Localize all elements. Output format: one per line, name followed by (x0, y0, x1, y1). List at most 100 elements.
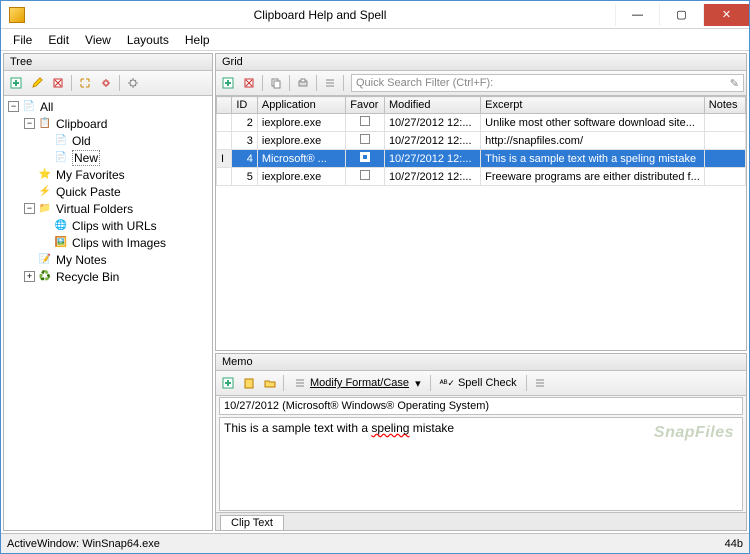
statusbar: ActiveWindow: WinSnap64.exe 44b (1, 533, 749, 553)
col-modified[interactable]: Modified (384, 97, 480, 114)
favor-checkbox[interactable] (360, 152, 370, 162)
misspelled-word: speling (371, 421, 409, 435)
tree-panel: Tree −📄All −📋Clipboard 📄Old 📄New ⭐My Fav… (3, 53, 213, 531)
watermark: SnapFiles (654, 424, 734, 442)
menu-file[interactable]: File (5, 31, 40, 49)
tree-body[interactable]: −📄All −📋Clipboard 📄Old 📄New ⭐My Favorite… (4, 96, 212, 530)
tree-delete-button[interactable] (48, 73, 68, 93)
note-icon: 📝 (37, 253, 53, 267)
tree-node-old[interactable]: 📄Old (6, 132, 210, 149)
tree-node-favorites[interactable]: ⭐My Favorites (6, 166, 210, 183)
memo-folder-button[interactable] (260, 373, 280, 393)
folder-icon (263, 376, 277, 390)
clipboard-icon (242, 376, 256, 390)
tree-node-recyclebin[interactable]: +♻️Recycle Bin (6, 268, 210, 285)
memo-editor[interactable]: This is a sample text with a speling mis… (219, 417, 743, 511)
grid-header: Grid (216, 54, 746, 71)
memo-options-button[interactable] (530, 373, 550, 393)
window-title: Clipboard Help and Spell (25, 8, 615, 22)
col-excerpt[interactable]: Excerpt (481, 97, 705, 114)
minimize-button[interactable]: — (615, 4, 659, 26)
col-notes[interactable]: Notes (704, 97, 745, 114)
collapse-icon (99, 76, 113, 90)
delete-icon (51, 76, 65, 90)
grid-toolbar: Quick Search Filter (Ctrl+F): ✎ (216, 71, 746, 96)
favor-checkbox[interactable] (360, 134, 370, 144)
modify-format-button[interactable]: Modify Format/Case ▾ (287, 373, 427, 393)
col-application[interactable]: Application (257, 97, 345, 114)
delete-icon (242, 76, 256, 90)
memo-header: Memo (216, 354, 746, 371)
col-favor[interactable]: Favor (346, 97, 385, 114)
tree-node-quickpaste[interactable]: ⚡Quick Paste (6, 183, 210, 200)
list-icon (323, 76, 337, 90)
memo-paste-button[interactable] (239, 373, 259, 393)
page-icon: 📄 (53, 134, 69, 148)
menu-view[interactable]: View (77, 31, 119, 49)
status-right: 44b (725, 538, 743, 550)
grid-copy-button[interactable] (266, 73, 286, 93)
tree-expand-button[interactable] (75, 73, 95, 93)
tree-node-vfolders[interactable]: −📁Virtual Folders (6, 200, 210, 217)
app-icon (9, 7, 25, 23)
tree-node-clipboard[interactable]: −📋Clipboard (6, 115, 210, 132)
tree-node-new[interactable]: 📄New (6, 149, 210, 166)
search-placeholder: Quick Search Filter (Ctrl+F): (356, 77, 493, 89)
titlebar: Clipboard Help and Spell — ▢ ✕ (1, 1, 749, 29)
plus-icon (9, 76, 23, 90)
tree-node-all[interactable]: −📄All (6, 98, 210, 115)
memo-tabs: Clip Text (216, 512, 746, 530)
menu-edit[interactable]: Edit (40, 31, 77, 49)
spellcheck-icon: ᴬᴮ✓ (440, 378, 455, 389)
favor-checkbox[interactable] (360, 116, 370, 126)
tree-node-clips-urls[interactable]: 🌐Clips with URLs (6, 217, 210, 234)
grid-panel: Grid Quick Search Filter (Ctrl+F): ✎ (215, 53, 747, 351)
spell-check-button[interactable]: ᴬᴮ✓Spell Check (434, 373, 523, 393)
col-id[interactable]: ID (232, 97, 258, 114)
plus-icon (221, 76, 235, 90)
grid-options-button[interactable] (320, 73, 340, 93)
maximize-button[interactable]: ▢ (659, 4, 703, 26)
bolt-icon: ⚡ (37, 185, 53, 199)
list-icon (293, 376, 307, 390)
close-button[interactable]: ✕ (703, 4, 749, 26)
table-row[interactable]: 3 iexplore.exe 10/27/2012 12:... http://… (217, 132, 746, 150)
star-icon: ⭐ (37, 168, 53, 182)
recycle-icon: ♻️ (37, 270, 53, 284)
memo-info-line: 10/27/2012 (Microsoft® Windows® Operatin… (219, 397, 743, 415)
tree-node-clips-images[interactable]: 🖼️Clips with Images (6, 234, 210, 251)
gear-icon (126, 76, 140, 90)
list-icon (533, 376, 547, 390)
memo-add-button[interactable] (218, 373, 238, 393)
tree-edit-button[interactable] (27, 73, 47, 93)
col-marker[interactable] (217, 97, 232, 114)
memo-toolbar: Modify Format/Case ▾ ᴬᴮ✓Spell Check (216, 371, 746, 396)
globe-icon: 🌐 (53, 219, 69, 233)
table-row[interactable]: 2 iexplore.exe 10/27/2012 12:... Unlike … (217, 114, 746, 132)
menu-layouts[interactable]: Layouts (119, 31, 177, 49)
tree-settings-button[interactable] (123, 73, 143, 93)
favor-checkbox[interactable] (360, 170, 370, 180)
grid-add-button[interactable] (218, 73, 238, 93)
menu-help[interactable]: Help (177, 31, 218, 49)
table-row[interactable]: 5 iexplore.exe 10/27/2012 12:... Freewar… (217, 168, 746, 186)
expand-icon (78, 76, 92, 90)
clipboard-icon: 📋 (37, 117, 53, 131)
grid-delete-button[interactable] (239, 73, 259, 93)
folder-icon: 📁 (37, 202, 53, 216)
tree-collapse-button[interactable] (96, 73, 116, 93)
status-left: ActiveWindow: WinSnap64.exe (7, 538, 160, 550)
tab-clip-text[interactable]: Clip Text (220, 515, 284, 530)
grid-body[interactable]: ID Application Favor Modified Excerpt No… (216, 96, 746, 350)
tree-node-mynotes[interactable]: 📝My Notes (6, 251, 210, 268)
tree-toolbar (4, 71, 212, 96)
tree-add-button[interactable] (6, 73, 26, 93)
grid-print-button[interactable] (293, 73, 313, 93)
eraser-icon[interactable]: ✎ (730, 77, 739, 90)
table-row[interactable]: I 4 Microsoft® ... 10/27/2012 12:... Thi… (217, 150, 746, 168)
page-icon: 📄 (21, 100, 37, 114)
grid-table: ID Application Favor Modified Excerpt No… (216, 96, 746, 186)
memo-panel: Memo Modify Format/Case ▾ ᴬᴮ✓Spell Check… (215, 353, 747, 531)
quick-search-input[interactable]: Quick Search Filter (Ctrl+F): ✎ (351, 74, 744, 92)
tree-header: Tree (4, 54, 212, 71)
